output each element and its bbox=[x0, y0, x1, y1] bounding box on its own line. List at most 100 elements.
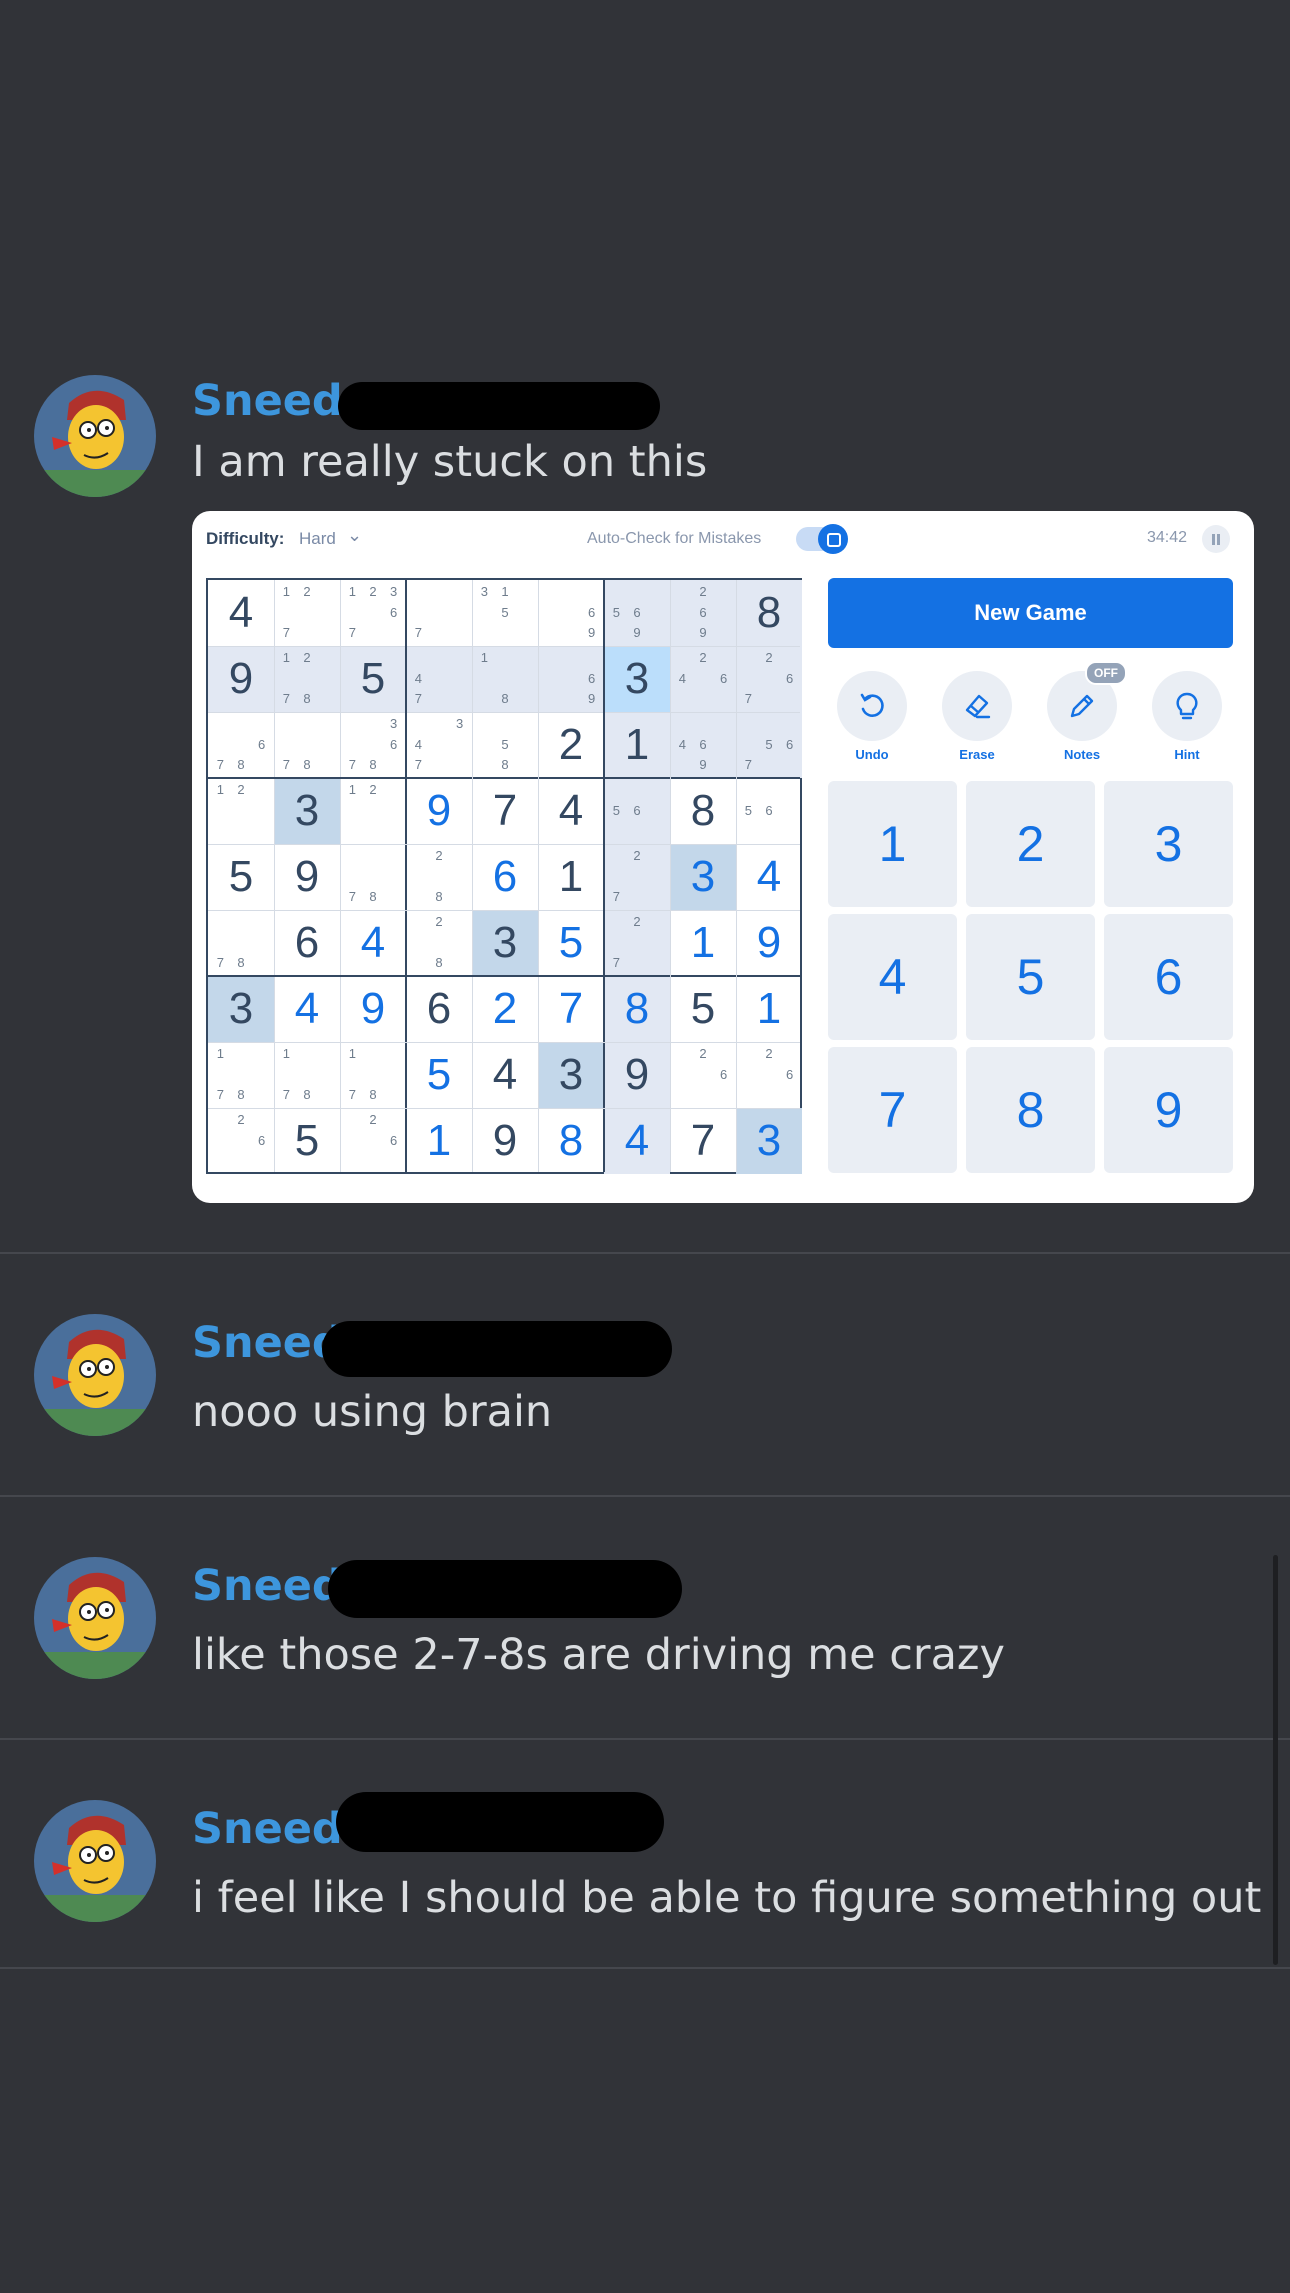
sudoku-cell[interactable]: 26 bbox=[736, 1042, 802, 1108]
sudoku-cell[interactable]: 6 bbox=[472, 844, 538, 910]
avatar[interactable] bbox=[34, 1557, 156, 1679]
avatar[interactable] bbox=[34, 1314, 156, 1436]
sudoku-cell[interactable]: 6 bbox=[274, 910, 340, 976]
sudoku-cell[interactable]: 26 7 bbox=[736, 646, 802, 712]
sudoku-cell[interactable]: 1 bbox=[670, 910, 736, 976]
erase-button[interactable]: Erase bbox=[942, 671, 1012, 762]
sudoku-cell[interactable]: 56 9 bbox=[604, 580, 670, 646]
sudoku-cell[interactable]: 3 bbox=[274, 778, 340, 844]
sudoku-cell[interactable]: 26 bbox=[340, 1108, 406, 1174]
sudoku-cell[interactable]: 78 bbox=[208, 910, 274, 976]
sudoku-cell[interactable]: 7 bbox=[472, 778, 538, 844]
sudoku-cell[interactable]: 5 bbox=[340, 646, 406, 712]
sudoku-cell[interactable]: 4 bbox=[472, 1042, 538, 1108]
sudoku-cell[interactable]: 26 bbox=[208, 1108, 274, 1174]
sudoku-cell[interactable]: 8 bbox=[538, 1108, 604, 1174]
sudoku-cell[interactable]: 1 bbox=[538, 844, 604, 910]
sudoku-cell[interactable]: 5 bbox=[670, 976, 736, 1042]
number-key[interactable]: 4 bbox=[828, 914, 957, 1040]
sudoku-cell[interactable]: 69 bbox=[538, 580, 604, 646]
sudoku-cell[interactable]: 3 bbox=[208, 976, 274, 1042]
sudoku-cell[interactable]: 31 5 bbox=[472, 580, 538, 646]
sudoku-cell[interactable]: 5 bbox=[274, 1108, 340, 1174]
sudoku-cell[interactable]: 3 bbox=[670, 844, 736, 910]
sudoku-cell[interactable]: 5 bbox=[208, 844, 274, 910]
sudoku-cell[interactable]: 27 bbox=[604, 910, 670, 976]
sudoku-cell[interactable]: 9 bbox=[472, 1108, 538, 1174]
sudoku-cell[interactable]: 12 7 bbox=[274, 580, 340, 646]
sudoku-cell[interactable]: 58 bbox=[472, 712, 538, 778]
sudoku-cell[interactable]: 2 6 9 bbox=[670, 580, 736, 646]
sudoku-cell[interactable]: 9 bbox=[604, 1042, 670, 1108]
scrollbar[interactable] bbox=[1273, 1555, 1278, 1965]
sudoku-cell[interactable]: 4 bbox=[274, 976, 340, 1042]
undo-button[interactable]: Undo bbox=[837, 671, 907, 762]
number-key[interactable]: 7 bbox=[828, 1047, 957, 1173]
sudoku-cell[interactable]: 12 bbox=[340, 778, 406, 844]
sudoku-cell[interactable]: 9 bbox=[274, 844, 340, 910]
sudoku-cell[interactable]: 3 bbox=[472, 910, 538, 976]
sudoku-cell[interactable]: 7 bbox=[670, 1108, 736, 1174]
sudoku-cell[interactable]: 2 bbox=[538, 712, 604, 778]
new-game-button[interactable]: New Game bbox=[828, 578, 1233, 648]
sudoku-cell[interactable]: 4 bbox=[208, 580, 274, 646]
number-key[interactable]: 1 bbox=[828, 781, 957, 907]
sudoku-cell[interactable]: 4 bbox=[538, 778, 604, 844]
number-key[interactable]: 9 bbox=[1104, 1047, 1233, 1173]
sudoku-cell[interactable]: 18 bbox=[472, 646, 538, 712]
sudoku-cell[interactable]: 3 bbox=[604, 646, 670, 712]
sudoku-cell[interactable]: 3 6 78 bbox=[340, 712, 406, 778]
sudoku-cell[interactable]: 7 bbox=[406, 580, 472, 646]
avatar[interactable] bbox=[34, 375, 156, 497]
auto-check-toggle[interactable] bbox=[796, 524, 848, 554]
hint-button[interactable]: Hint bbox=[1152, 671, 1222, 762]
notes-button[interactable]: OFF Notes bbox=[1047, 661, 1127, 762]
sudoku-cell[interactable]: 1 78 bbox=[340, 1042, 406, 1108]
number-key[interactable]: 6 bbox=[1104, 914, 1233, 1040]
sudoku-screenshot[interactable]: Difficulty: Hard ⌄ Auto-Check for Mistak… bbox=[192, 511, 1254, 1203]
sudoku-cell[interactable]: 12 78 bbox=[274, 646, 340, 712]
author-name[interactable]: Sneed bbox=[192, 1322, 343, 1365]
number-key[interactable]: 5 bbox=[966, 914, 1095, 1040]
sudoku-cell[interactable]: 27 bbox=[604, 844, 670, 910]
sudoku-cell[interactable]: 6 78 bbox=[208, 712, 274, 778]
sudoku-cell[interactable]: 56 bbox=[604, 778, 670, 844]
sudoku-cell[interactable]: 8 bbox=[604, 976, 670, 1042]
avatar[interactable] bbox=[34, 1800, 156, 1922]
sudoku-cell[interactable]: 78 bbox=[274, 712, 340, 778]
sudoku-cell[interactable]: 28 bbox=[406, 910, 472, 976]
sudoku-cell[interactable]: 4 bbox=[340, 910, 406, 976]
sudoku-cell[interactable]: 1 bbox=[406, 1108, 472, 1174]
sudoku-cell[interactable]: 26 bbox=[670, 1042, 736, 1108]
sudoku-cell[interactable]: 4 bbox=[604, 1108, 670, 1174]
sudoku-cell[interactable]: 1 78 bbox=[208, 1042, 274, 1108]
author-name[interactable]: Sneed bbox=[192, 380, 343, 423]
author-name[interactable]: Sneed bbox=[192, 1565, 343, 1608]
sudoku-cell[interactable]: 5 bbox=[406, 1042, 472, 1108]
sudoku-cell[interactable]: 28 bbox=[406, 844, 472, 910]
difficulty-value[interactable]: Hard bbox=[299, 529, 336, 549]
sudoku-cell[interactable]: 3 4 7 bbox=[406, 712, 472, 778]
number-key[interactable]: 2 bbox=[966, 781, 1095, 907]
sudoku-cell[interactable]: 46 9 bbox=[670, 712, 736, 778]
sudoku-cell[interactable]: 1 78 bbox=[274, 1042, 340, 1108]
number-key[interactable]: 3 bbox=[1104, 781, 1233, 907]
chevron-down-icon[interactable]: ⌄ bbox=[347, 525, 362, 546]
sudoku-cell[interactable]: 2 bbox=[472, 976, 538, 1042]
sudoku-cell[interactable]: 47 bbox=[406, 646, 472, 712]
sudoku-cell[interactable]: 78 bbox=[340, 844, 406, 910]
sudoku-cell[interactable]: 9 bbox=[340, 976, 406, 1042]
sudoku-cell[interactable]: 56 7 bbox=[736, 712, 802, 778]
author-name[interactable]: Sneed bbox=[192, 1808, 343, 1851]
sudoku-cell[interactable]: 1 bbox=[604, 712, 670, 778]
number-key[interactable]: 8 bbox=[966, 1047, 1095, 1173]
sudoku-cell[interactable]: 7 bbox=[538, 976, 604, 1042]
sudoku-cell[interactable]: 9 bbox=[208, 646, 274, 712]
sudoku-cell[interactable]: 9 bbox=[736, 910, 802, 976]
sudoku-cell[interactable]: 123 6 7 bbox=[340, 580, 406, 646]
sudoku-cell[interactable]: 3 bbox=[736, 1108, 802, 1174]
sudoku-cell[interactable]: 56 bbox=[736, 778, 802, 844]
sudoku-cell[interactable]: 3 bbox=[538, 1042, 604, 1108]
sudoku-cell[interactable]: 9 bbox=[406, 778, 472, 844]
sudoku-cell[interactable]: 8 bbox=[736, 580, 802, 646]
